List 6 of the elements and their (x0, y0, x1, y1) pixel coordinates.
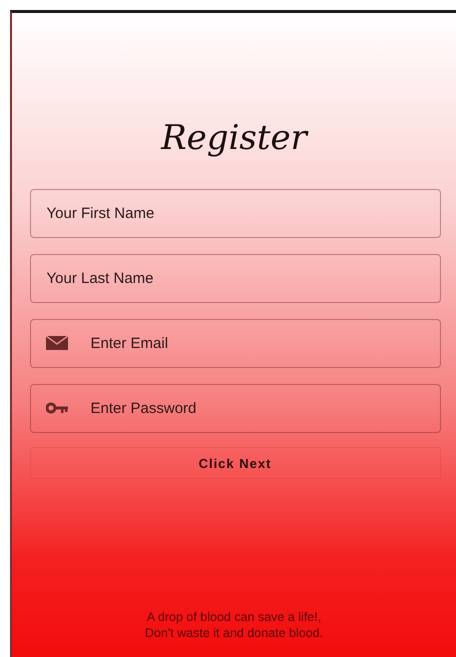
footer-text: Don't waste it and donate blood. (144, 625, 324, 641)
key-icon (46, 400, 68, 416)
footer-text: A drop of blood can save a life!, (146, 609, 322, 625)
next-button[interactable]: Click Next (30, 447, 440, 479)
register-title: Register (161, 117, 307, 160)
mail-icon (46, 335, 68, 351)
